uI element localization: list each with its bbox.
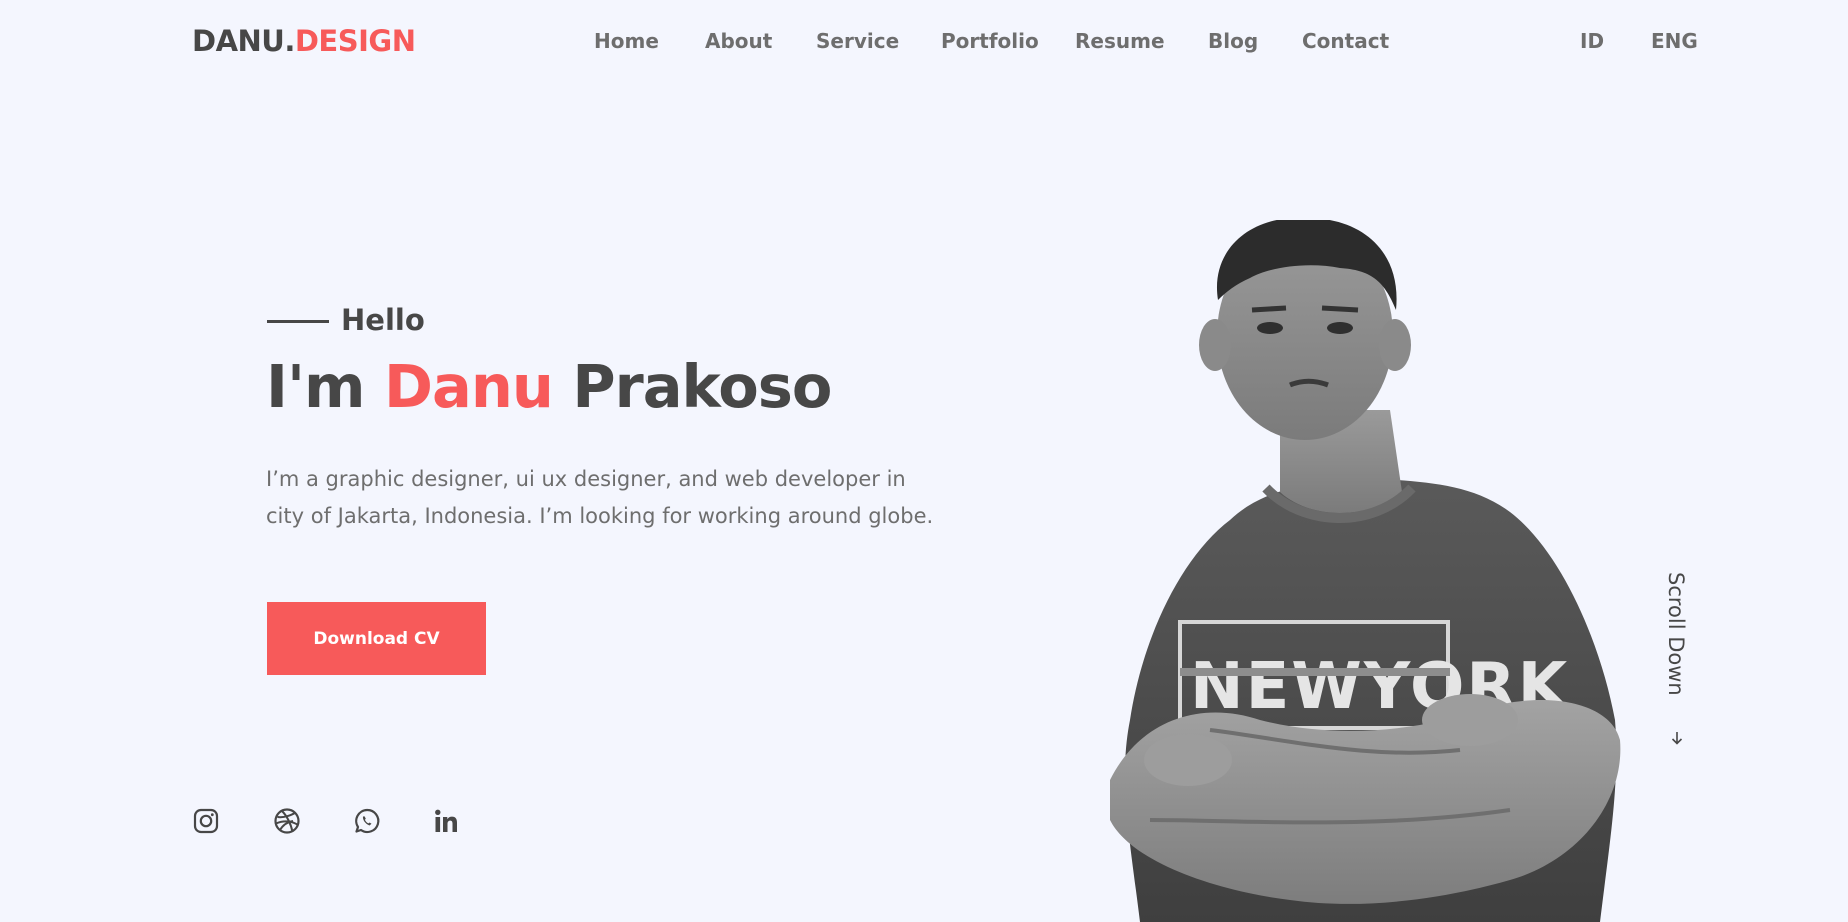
- dribbble-icon[interactable]: [272, 806, 302, 836]
- title-suffix: Prakoso: [552, 352, 832, 421]
- hero-title: I'm Danu Prakoso: [266, 352, 832, 421]
- arrow-down-icon: [1669, 730, 1685, 750]
- title-prefix: I'm: [266, 352, 385, 421]
- scroll-down-label: Scroll Down: [1664, 572, 1688, 696]
- hello-divider: [267, 320, 329, 323]
- site-logo[interactable]: DANU.DESIGN: [192, 24, 416, 58]
- lang-eng[interactable]: ENG: [1651, 29, 1698, 53]
- hello-text: Hello: [341, 303, 425, 337]
- nav-contact[interactable]: Contact: [1302, 29, 1389, 53]
- logo-main: DANU.: [192, 24, 295, 58]
- instagram-icon[interactable]: [191, 806, 221, 836]
- whatsapp-icon[interactable]: [352, 806, 382, 836]
- hero-description: I’m a graphic designer, ui ux designer, …: [266, 467, 934, 528]
- nav-portfolio[interactable]: Portfolio: [941, 29, 1039, 53]
- nav-home[interactable]: Home: [594, 29, 659, 53]
- linkedin-icon[interactable]: [431, 806, 461, 836]
- lang-id[interactable]: ID: [1580, 29, 1604, 53]
- logo-accent: DESIGN: [294, 24, 416, 58]
- title-name-accent: Danu: [384, 352, 554, 421]
- profile-photo: NEWYORK: [1110, 220, 1621, 922]
- download-cv-button[interactable]: Download CV: [267, 602, 486, 675]
- nav-service[interactable]: Service: [816, 29, 899, 53]
- nav-resume[interactable]: Resume: [1075, 29, 1165, 53]
- nav-about[interactable]: About: [705, 29, 772, 53]
- nav-blog[interactable]: Blog: [1208, 29, 1258, 53]
- scroll-down-indicator[interactable]: Scroll Down: [1664, 572, 1696, 752]
